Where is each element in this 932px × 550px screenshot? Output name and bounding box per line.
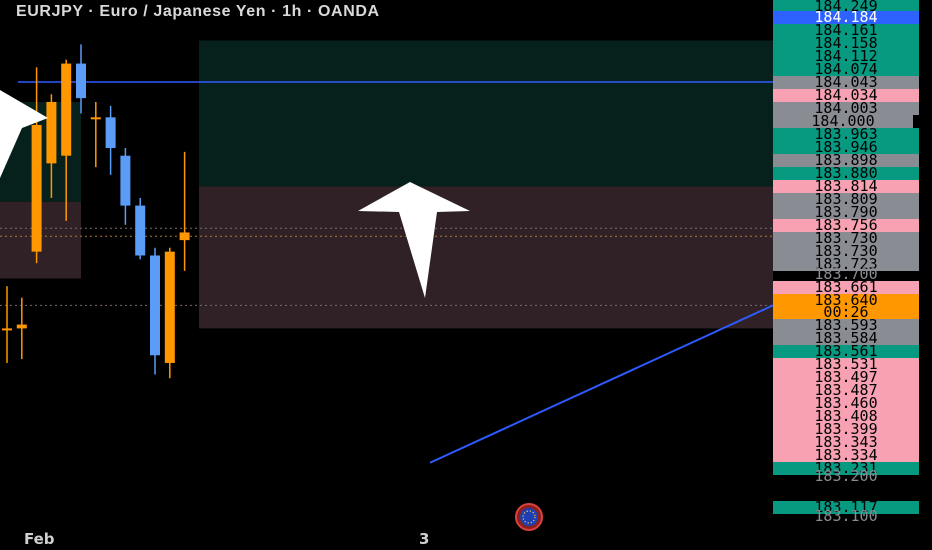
time-label-feb: Feb bbox=[24, 530, 55, 548]
candle[interactable] bbox=[135, 197, 146, 260]
zone-demand-2[interactable] bbox=[199, 40, 773, 187]
candle-body bbox=[2, 328, 12, 331]
price-tag: 00:26 bbox=[773, 306, 919, 319]
price-axis[interactable]: 184.249 184.184 184.161 184.158 184.112 184.0… bbox=[773, 0, 932, 550]
price-tag: 184.161 bbox=[773, 24, 919, 37]
candle-body bbox=[31, 124, 42, 252]
candle-body bbox=[135, 205, 146, 256]
price-tag: 184.003 bbox=[773, 102, 919, 115]
candle-body bbox=[120, 155, 131, 206]
price-tag: 183.963 bbox=[773, 128, 919, 141]
price-tag: 184.112 bbox=[773, 50, 919, 63]
price-tag: 183.487 bbox=[773, 384, 919, 397]
candle-body bbox=[46, 101, 57, 164]
price-tag: 183.460 bbox=[773, 397, 919, 410]
candle-body bbox=[179, 232, 190, 241]
price-tag: 184.158 bbox=[773, 37, 919, 50]
price-tag: 183.700 bbox=[814, 268, 878, 281]
time-label-3: 3 bbox=[419, 530, 430, 548]
candle-body bbox=[150, 255, 160, 356]
price-tag: 183.343 bbox=[773, 436, 919, 449]
candle-body bbox=[164, 251, 175, 363]
price-tag: 183.100 bbox=[814, 510, 878, 523]
price-tag: 183.730 bbox=[773, 245, 919, 258]
price-tag: 184.043 bbox=[773, 76, 919, 89]
price-tag: 183.898 bbox=[773, 154, 919, 167]
candle-body bbox=[76, 63, 86, 99]
price-tag: 184.000 bbox=[773, 115, 913, 128]
price-tag: 183.593 bbox=[773, 319, 919, 332]
price-tag: 184.074 bbox=[773, 63, 919, 76]
price-tag: 183.730 bbox=[773, 232, 919, 245]
candle[interactable] bbox=[16, 297, 27, 360]
price-tag: 183.809 bbox=[773, 193, 919, 206]
candle-body bbox=[105, 117, 116, 149]
price-tag: 183.880 bbox=[773, 167, 919, 180]
price-tag: 183.531 bbox=[773, 358, 919, 371]
price-tag: 183.584 bbox=[773, 332, 919, 345]
candle-body bbox=[61, 63, 72, 156]
price-tag: 183.790 bbox=[773, 206, 919, 219]
trend-line[interactable] bbox=[429, 304, 774, 464]
price-tag: 183.200 bbox=[814, 470, 878, 483]
price-tag: 183.561 bbox=[773, 345, 919, 358]
price-tag: 184.184 bbox=[773, 11, 919, 24]
zones-layer bbox=[0, 40, 773, 329]
candle[interactable] bbox=[179, 151, 190, 271]
candle[interactable] bbox=[164, 247, 175, 379]
candle-body bbox=[16, 324, 27, 329]
price-tag: 183.497 bbox=[773, 371, 919, 384]
candle[interactable] bbox=[2, 286, 12, 363]
candle[interactable] bbox=[120, 148, 131, 225]
price-tag: 183.946 bbox=[773, 141, 919, 154]
candle[interactable] bbox=[105, 105, 116, 175]
candle[interactable] bbox=[150, 247, 160, 375]
price-tag: 183.661 bbox=[773, 281, 919, 294]
candle[interactable] bbox=[90, 101, 101, 168]
candle-body bbox=[90, 117, 101, 120]
chart-title: EURJPY · Euro / Japanese Yen · 1h · OAND… bbox=[16, 3, 380, 20]
zone-supply-3[interactable] bbox=[199, 186, 773, 329]
event-badge[interactable] bbox=[515, 503, 543, 531]
price-tag: 183.408 bbox=[773, 410, 919, 423]
price-tag: 183.334 bbox=[773, 449, 919, 462]
price-tag: 184.034 bbox=[773, 89, 919, 102]
price-tag: 183.756 bbox=[773, 219, 919, 232]
price-tag: 183.814 bbox=[773, 180, 919, 193]
candle[interactable] bbox=[31, 67, 42, 264]
price-tag: 183.399 bbox=[773, 423, 919, 436]
